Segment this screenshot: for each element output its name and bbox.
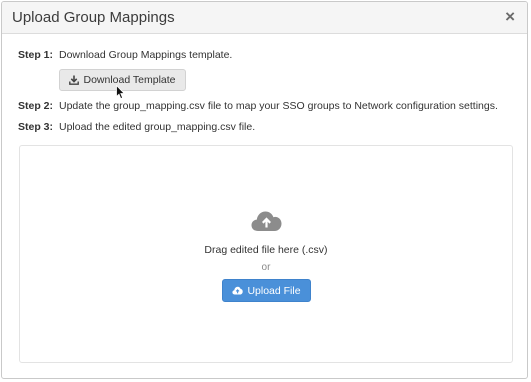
step-1: Step 1: Download Group Mappings template. <box>18 49 232 61</box>
file-dropzone[interactable]: Drag edited file here (.csv) or Upload F… <box>19 145 513 363</box>
upload-file-label: Upload File <box>247 284 301 297</box>
drag-instruction: Drag edited file here (.csv) <box>204 244 328 256</box>
step-1-text: Download Group Mappings template. <box>59 49 233 61</box>
dialog-header: Upload Group Mappings × <box>2 2 527 34</box>
dialog-title: Upload Group Mappings <box>12 9 175 26</box>
mouse-pointer-icon <box>116 85 126 100</box>
step-1-label: Step 1: <box>18 49 54 61</box>
close-icon[interactable]: × <box>505 8 515 25</box>
download-template-label: Download Template <box>83 74 176 86</box>
upload-group-mappings-dialog: Upload Group Mappings × Step 1: Download … <box>1 1 528 379</box>
step-2-label: Step 2: <box>18 100 54 112</box>
cloud-upload-icon <box>251 211 282 231</box>
step-3-text: Upload the edited group_mapping.csv file… <box>59 121 256 133</box>
or-separator: or <box>261 262 271 273</box>
step-2: Step 2: Update the group_mapping.csv file… <box>18 100 498 112</box>
cloud-upload-icon <box>232 286 244 295</box>
step-3-label: Step 3: <box>18 121 54 133</box>
step-3: Step 3: Upload the edited group_mapping.c… <box>18 121 255 133</box>
upload-file-button[interactable]: Upload File <box>222 279 311 302</box>
step-2-text: Update the group_mapping.csv file to map… <box>59 100 498 112</box>
download-icon <box>69 75 80 85</box>
